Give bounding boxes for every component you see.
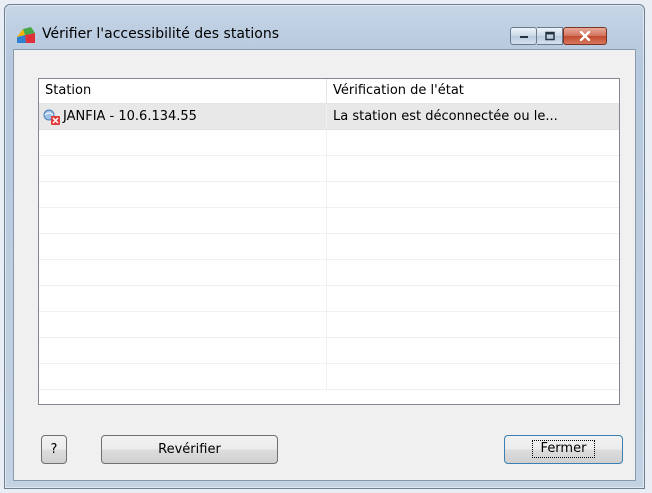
close-button-label: Fermer: [531, 440, 596, 458]
column-header-station[interactable]: Station: [39, 79, 327, 103]
station-cell: JANFIA - 10.6.134.55: [39, 104, 327, 129]
empty-row: [39, 156, 619, 182]
empty-row: [39, 208, 619, 234]
status-cell: La station est déconnectée ou le...: [333, 109, 558, 124]
empty-row: [39, 182, 619, 208]
title-bar[interactable]: Vérifier l'accessibilité des stations: [5, 5, 644, 45]
empty-row: [39, 260, 619, 286]
table-row[interactable]: JANFIA - 10.6.134.55 La station est déco…: [39, 104, 619, 130]
empty-row: [39, 338, 619, 364]
maximize-icon: [544, 31, 555, 41]
app-logo-icon: [17, 27, 35, 43]
list-rows: JANFIA - 10.6.134.55 La station est déco…: [39, 104, 619, 404]
dialog-body: Station Vérification de l'état JANFIA - …: [13, 49, 636, 481]
recheck-button[interactable]: Revérifier: [101, 435, 278, 464]
empty-row: [39, 312, 619, 338]
help-button[interactable]: ?: [41, 435, 67, 464]
close-window-button[interactable]: [563, 27, 607, 45]
column-header-status[interactable]: Vérification de l'état: [327, 79, 619, 103]
stations-list[interactable]: Station Vérification de l'état JANFIA - …: [38, 78, 620, 405]
empty-row: [39, 286, 619, 312]
empty-row: [39, 234, 619, 260]
close-button[interactable]: Fermer: [504, 435, 623, 464]
empty-row: [39, 130, 619, 156]
dialog-window: Vérifier l'accessibilité des stations St…: [4, 4, 645, 489]
list-header: Station Vérification de l'état: [39, 79, 619, 104]
minimize-button[interactable]: [510, 27, 537, 45]
maximize-button[interactable]: [537, 27, 563, 45]
station-disconnected-icon: [43, 109, 60, 125]
station-name: JANFIA - 10.6.134.55: [63, 109, 197, 124]
minimize-icon: [519, 36, 528, 38]
window-title: Vérifier l'accessibilité des stations: [42, 26, 280, 42]
close-icon: [579, 31, 591, 41]
empty-row: [39, 364, 619, 390]
